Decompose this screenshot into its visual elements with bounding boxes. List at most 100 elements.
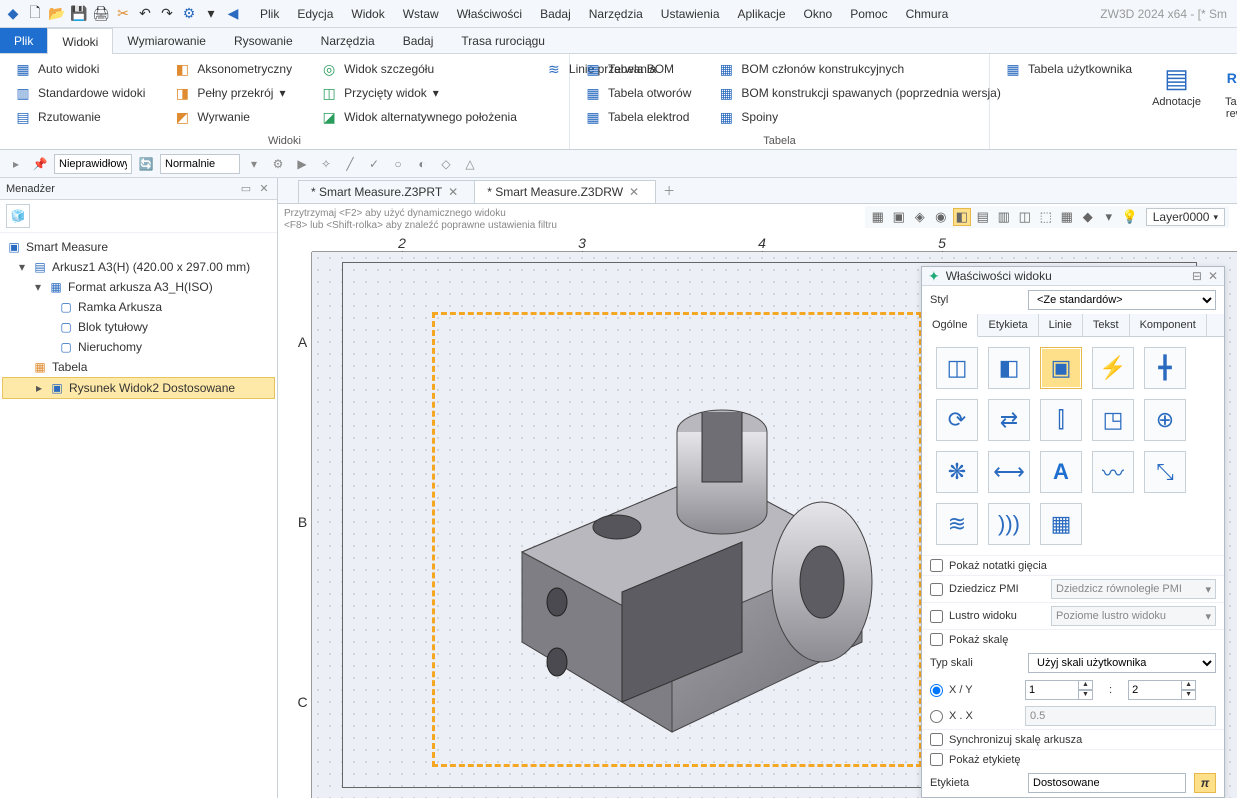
mode-icon[interactable]: ⟳ <box>936 399 978 441</box>
mode-shaded-edges[interactable]: ⚡ <box>1092 347 1134 389</box>
props-tab-tekst[interactable]: Tekst <box>1083 314 1130 336</box>
close-icon[interactable]: ✕ <box>629 185 639 199</box>
mode-input[interactable] <box>160 154 240 174</box>
mirror-select[interactable]: Poziome lustro widoku▾ <box>1051 606 1216 626</box>
save-icon[interactable]: 💾 <box>70 5 88 23</box>
pin-icon[interactable]: 📌 <box>30 154 50 174</box>
menu-plik[interactable]: Plik <box>252 3 287 25</box>
app-icon[interactable]: ◆ <box>4 5 22 23</box>
ribbon-tab-trasa[interactable]: Trasa rurociągu <box>447 28 559 53</box>
close-icon[interactable]: ✕ <box>448 185 458 199</box>
mode-wireframe[interactable]: ◫ <box>936 347 978 389</box>
menu-aplikacje[interactable]: Aplikacje <box>730 3 794 25</box>
tb-icon[interactable]: ╱ <box>340 154 360 174</box>
back-icon[interactable]: ◀ <box>224 5 242 23</box>
mode-hidden[interactable]: ◧ <box>988 347 1030 389</box>
ribbon-tab-plik[interactable]: Plik <box>0 28 47 53</box>
mode-icon[interactable]: ⟷ <box>988 451 1030 493</box>
doc-tab-drw[interactable]: * Smart Measure.Z3DRW✕ <box>474 180 656 203</box>
mode-icon[interactable]: ≋ <box>936 503 978 545</box>
ribbon-tab-badaj[interactable]: Badaj <box>389 28 448 53</box>
filter-input[interactable] <box>54 154 132 174</box>
menu-pomoc[interactable]: Pomoc <box>842 3 895 25</box>
mt-icon[interactable]: ◉ <box>932 208 950 226</box>
print-icon[interactable]: 🖨 <box>92 5 110 23</box>
mode-icon[interactable]: ))) <box>988 503 1030 545</box>
tree-child[interactable]: ▢Ramka Arkusza <box>2 297 275 317</box>
undo-icon[interactable]: ↶ <box>136 5 154 23</box>
cmd-spoiny[interactable]: ▦Spoiny <box>713 106 1004 128</box>
props-tab-etykieta[interactable]: Etykieta <box>978 314 1038 336</box>
tb-icon[interactable]: △ <box>460 154 480 174</box>
mt-icon[interactable]: ◈ <box>911 208 929 226</box>
mode-icon[interactable]: ▦ <box>1040 503 1082 545</box>
cmd-tabela-uzytkownika[interactable]: ▦Tabela użytkownika <box>1000 58 1136 80</box>
cmd-tabela-rewizji[interactable]: REVTabela rewizji <box>1217 58 1237 124</box>
menu-badaj[interactable]: Badaj <box>532 3 579 25</box>
tb-icon[interactable]: ✧ <box>316 154 336 174</box>
dropdown-icon[interactable]: ▾ <box>202 5 220 23</box>
props-tab-komponent[interactable]: Komponent <box>1130 314 1207 336</box>
tree-view-icon[interactable]: 🧊 <box>6 204 30 228</box>
cmd-tabela-otworow[interactable]: ▦Tabela otworów <box>580 82 695 104</box>
ribbon-tab-widoki[interactable]: Widoki <box>47 28 113 54</box>
collapse-icon[interactable]: ▭ <box>239 182 253 196</box>
add-tab[interactable]: ＋ <box>655 178 683 203</box>
xy-val1[interactable]: ▲▼ <box>1025 680 1093 700</box>
open-icon[interactable]: 📂 <box>48 5 66 23</box>
expand-icon[interactable]: ▾ <box>16 260 28 274</box>
tree-format[interactable]: ▾▦Format arkusza A3_H(ISO) <box>2 277 275 297</box>
tree-root[interactable]: ▣Smart Measure <box>2 237 275 257</box>
cmd-bom-spawanych[interactable]: ▦BOM konstrukcji spawanych (poprzednia w… <box>713 82 1004 104</box>
cmd-standardowe[interactable]: ▥Standardowe widoki <box>10 82 149 104</box>
props-tab-linie[interactable]: Linie <box>1039 314 1083 336</box>
bulb-icon[interactable]: 💡 <box>1121 208 1139 226</box>
mode-icon[interactable]: ⤡ <box>1144 451 1186 493</box>
cmd-rzutowanie[interactable]: ▤Rzutowanie <box>10 106 149 128</box>
tb-icon[interactable]: ▶ <box>292 154 312 174</box>
menu-ustawienia[interactable]: Ustawienia <box>653 3 728 25</box>
mode-icon[interactable]: ⫿ <box>1040 399 1082 441</box>
pmi-select[interactable]: Dziedzicz równoległe PMI▾ <box>1051 579 1216 599</box>
cmd-tabela-bom[interactable]: ▦Tabela BOM <box>580 58 695 80</box>
mode-icon[interactable]: A <box>1040 451 1082 493</box>
pin-icon[interactable]: ⊟ <box>1192 269 1202 283</box>
menu-wstaw[interactable]: Wstaw <box>395 3 447 25</box>
radio-xx[interactable] <box>930 710 943 723</box>
spin-down[interactable]: ▼ <box>1079 690 1093 700</box>
refresh-icon[interactable]: 🔄 <box>136 154 156 174</box>
cut-icon[interactable]: ✂ <box>114 5 132 23</box>
mt-icon[interactable]: ▥ <box>995 208 1013 226</box>
cmd-alternatywne[interactable]: ◪Widok alternatywnego położenia <box>316 106 521 128</box>
xy-val2[interactable]: ▲▼ <box>1128 680 1196 700</box>
radio-xy[interactable] <box>930 684 943 697</box>
ribbon-tab-rysowanie[interactable]: Rysowanie <box>220 28 307 53</box>
expand-icon[interactable]: ▸ <box>33 381 45 395</box>
menu-edycja[interactable]: Edycja <box>289 3 341 25</box>
mt-icon[interactable]: ◆ <box>1079 208 1097 226</box>
mt-icon[interactable]: ▤ <box>974 208 992 226</box>
expand-icon[interactable]: ▾ <box>32 280 44 294</box>
chk-mirror[interactable]: Lustro widokuPoziome lustro widoku▾ <box>922 602 1224 629</box>
tb-icon[interactable]: ◇ <box>436 154 456 174</box>
cmd-bom-czlonow[interactable]: ▦BOM członów konstrukcyjnych <box>713 58 1004 80</box>
tree-child[interactable]: ▢Blok tytułowy <box>2 317 275 337</box>
filter-icon[interactable]: ▸ <box>6 154 26 174</box>
tb-icon[interactable]: ✓ <box>364 154 384 174</box>
mode-icon[interactable]: ⇄ <box>988 399 1030 441</box>
mt-icon[interactable]: ▦ <box>1058 208 1076 226</box>
spin-up[interactable]: ▲ <box>1182 680 1196 690</box>
mt-icon-active[interactable]: ◧ <box>953 208 971 226</box>
fx-button[interactable]: π <box>1194 773 1216 793</box>
tb-icon[interactable]: ⚙ <box>268 154 288 174</box>
chk-pmi[interactable]: Dziedzicz PMIDziedzicz równoległe PMI▾ <box>922 575 1224 602</box>
tb-icon[interactable]: ○ <box>388 154 408 174</box>
mode-shaded[interactable]: ▣ <box>1040 347 1082 389</box>
chk-sync-scale[interactable]: Synchronizuj skalę arkusza <box>922 729 1224 749</box>
close-icon[interactable]: ✕ <box>1208 269 1218 283</box>
mt-icon[interactable]: ⬚ <box>1037 208 1055 226</box>
chk-bend-notes[interactable]: Pokaż notatki gięcia <box>922 555 1224 575</box>
ribbon-tab-narzedzia[interactable]: Narzędzia <box>307 28 389 53</box>
dropdown-icon[interactable]: ▾ <box>244 154 264 174</box>
cmd-auto-widoki[interactable]: ▦Auto widoki <box>10 58 149 80</box>
